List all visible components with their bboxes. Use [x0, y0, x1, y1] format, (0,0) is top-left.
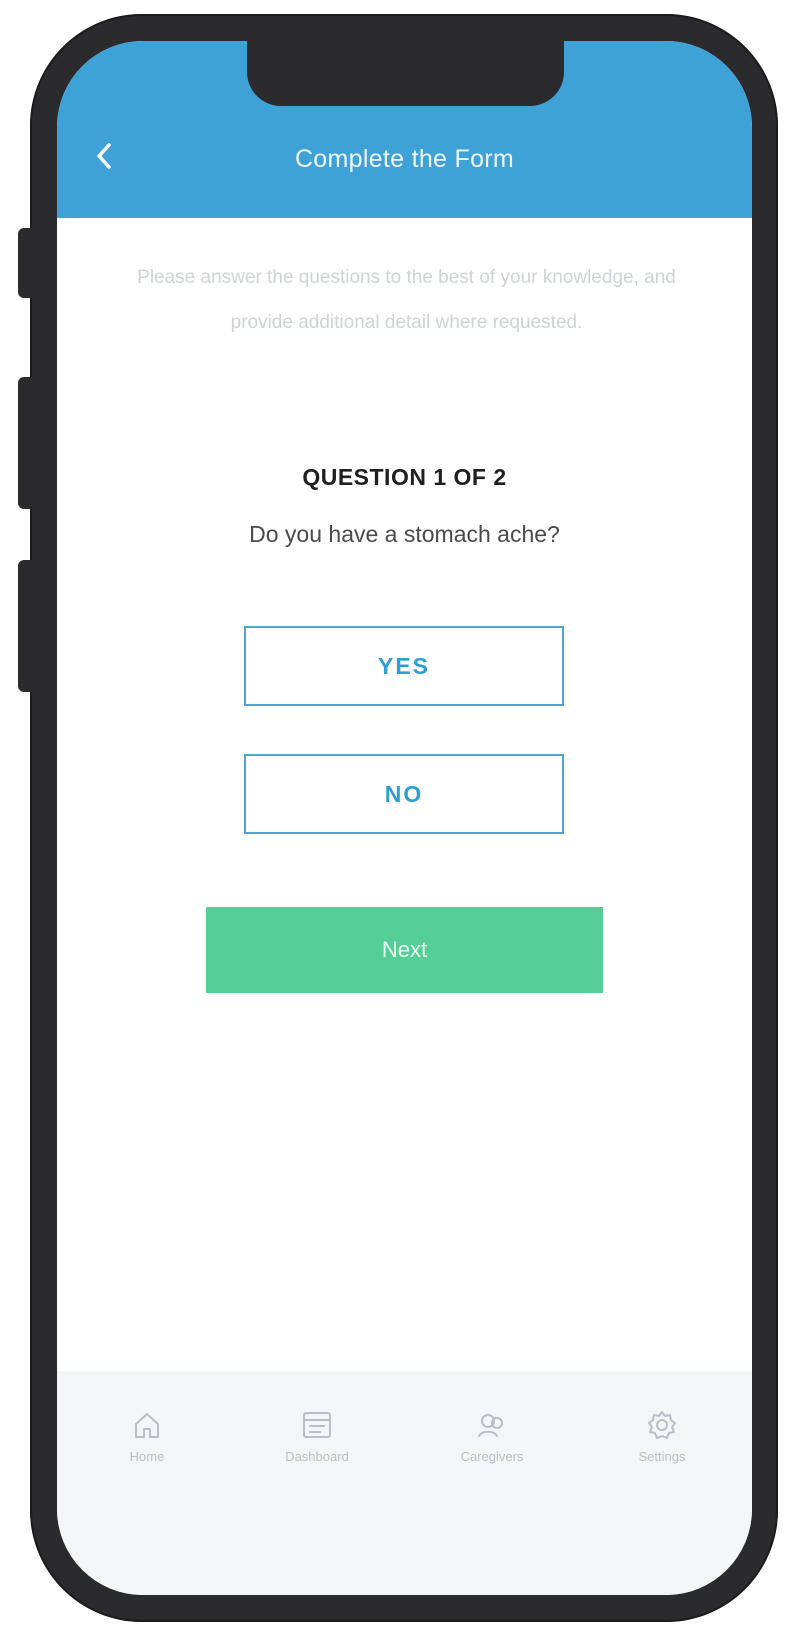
volume-up-button [18, 377, 36, 509]
tab-home[interactable]: Home [72, 1407, 222, 1464]
tab-caregivers[interactable]: Caregivers [417, 1407, 567, 1464]
next-button[interactable]: Next [206, 907, 603, 993]
page-title: Complete the Form [294, 145, 515, 173]
tab-settings[interactable]: Settings [587, 1407, 737, 1464]
phone-notch [247, 41, 564, 106]
tab-label-dashboard: Dashboard [285, 1449, 349, 1464]
stage: Complete the Form Please answer the ques… [0, 0, 800, 1631]
tab-dashboard[interactable]: Dashboard [242, 1407, 392, 1464]
tab-label-home: Home [129, 1449, 165, 1464]
question-text: Do you have a stomach ache? [249, 521, 560, 547]
mute-switch [18, 228, 36, 298]
caregivers-icon [474, 1407, 510, 1443]
tab-label-caregivers: Caregivers [460, 1449, 524, 1464]
form-instructions: Please answer the questions to the best … [137, 267, 676, 333]
dashboard-icon [299, 1407, 335, 1443]
bottom-tab-bar: Home Dashboard Caregivers Settings [57, 1371, 752, 1595]
volume-down-button [18, 560, 36, 692]
home-icon [129, 1407, 165, 1443]
tab-label-settings: Settings [638, 1449, 686, 1464]
gear-icon [644, 1407, 680, 1443]
yes-button[interactable]: YES [244, 626, 564, 706]
question-counter: QUESTION 1 OF 2 [302, 464, 507, 490]
phone-screen: Complete the Form Please answer the ques… [57, 41, 752, 1595]
no-button[interactable]: NO [244, 754, 564, 834]
